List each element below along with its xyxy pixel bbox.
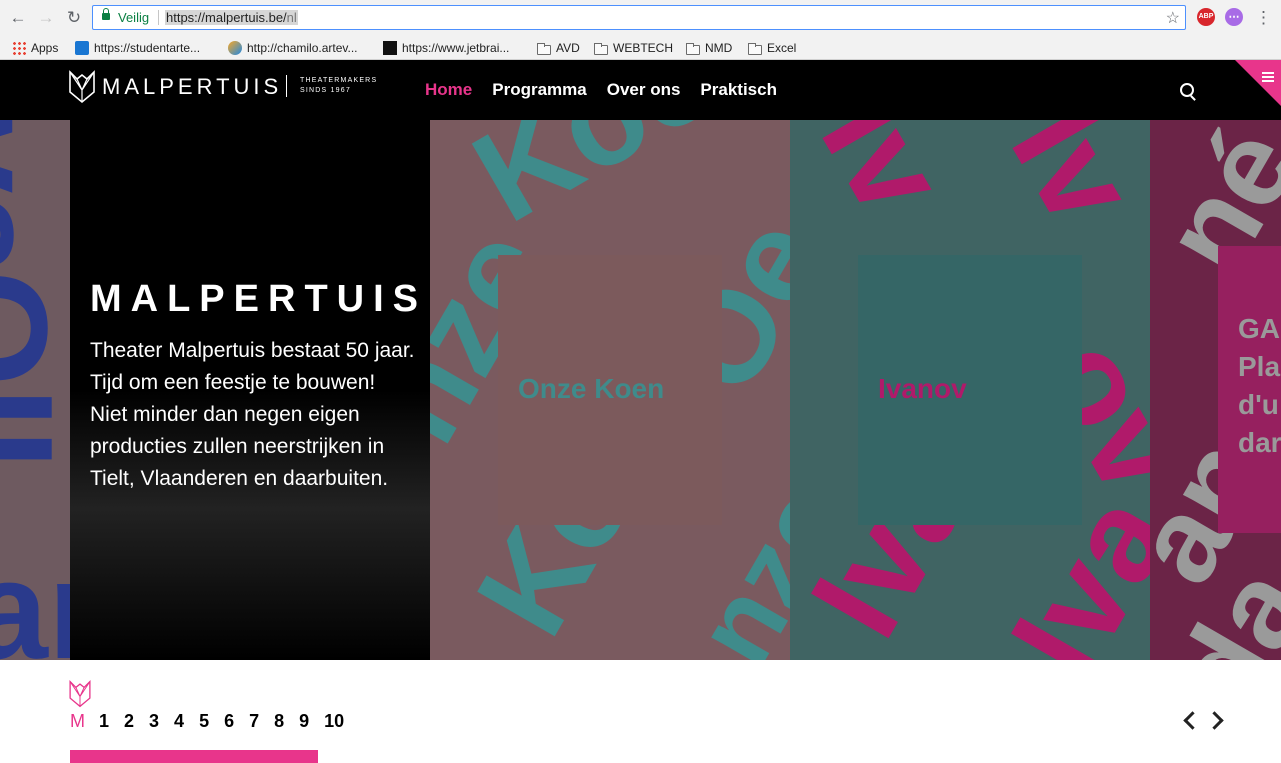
chamilo-icon: [228, 41, 242, 55]
browser-menu-icon[interactable]: ⋮: [1255, 8, 1272, 28]
lock-icon: [102, 8, 110, 20]
slide-pager: M 1 2 3 4 5 6 7 8 9 10: [70, 711, 359, 732]
slide-card[interactable]: Ivanov: [858, 255, 1082, 525]
decor-text: va: [0, 120, 69, 277]
fox-logo-icon[interactable]: [69, 70, 95, 104]
intro-text: Theater Malpertuis bestaat 50 jaar. Tijd…: [90, 339, 415, 490]
slide-title: Ivanov: [878, 373, 967, 404]
apps-grid-icon: [12, 41, 26, 55]
bookmark-folder-excel[interactable]: Excel: [748, 39, 796, 57]
bookmark-folder-nmd[interactable]: NMD: [686, 39, 732, 57]
nav-home[interactable]: Home: [425, 80, 472, 100]
slide-card[interactable]: GA Pla d'u dar: [1218, 246, 1281, 533]
forward-icon[interactable]: →: [36, 8, 56, 28]
brand-divider: [286, 75, 287, 97]
pager-item[interactable]: 2: [124, 711, 134, 732]
pager-item[interactable]: 4: [174, 711, 184, 732]
brand-name[interactable]: MALPERTUIS: [102, 74, 282, 100]
back-icon[interactable]: ←: [8, 8, 28, 28]
bookmark-apps[interactable]: Apps: [12, 39, 58, 57]
pager-item[interactable]: 1: [99, 711, 109, 732]
menu-toggle-button[interactable]: [1235, 60, 1281, 106]
reload-icon[interactable]: ↻: [64, 8, 84, 28]
site-header: MALPERTUIS THEATERMAKERS SINDS 1967 Home…: [0, 60, 1281, 120]
main-nav: Home Programma Over ons Praktisch: [425, 60, 797, 120]
chevron-left-icon[interactable]: [1183, 711, 1202, 730]
decor-text: Koe: [449, 120, 736, 250]
jetbrains-icon: [383, 41, 397, 55]
omnibox-divider: [158, 10, 159, 25]
hero-slider: va Oll an MALPERTUIS Theater Malpertuis …: [0, 120, 1281, 660]
slide-title: Onze Koen: [518, 373, 665, 404]
fox-small-icon: [69, 680, 91, 708]
hamburger-icon: [1262, 72, 1274, 74]
intro-panel: MALPERTUIS Theater Malpertuis bestaat 50…: [70, 120, 430, 660]
bookmark-chamilo[interactable]: http://chamilo.artev...: [228, 39, 358, 57]
pager-item[interactable]: 6: [224, 711, 234, 732]
bookmark-studentartevelde[interactable]: https://studentarte...: [75, 39, 200, 57]
chevron-right-icon[interactable]: [1205, 711, 1224, 730]
url-text[interactable]: https://malpertuis.be/nl: [165, 10, 298, 25]
pager-item[interactable]: 5: [199, 711, 209, 732]
bookmarks-bar: Apps https://studentarte... http://chami…: [0, 36, 1281, 60]
adblock-extension-icon[interactable]: ABP: [1197, 8, 1215, 26]
slide-sliver-left: va Oll an: [0, 120, 70, 660]
decor-text: Iv: [793, 120, 975, 239]
bookmark-folder-webtech[interactable]: WEBTECH: [594, 39, 673, 57]
search-icon[interactable]: [1180, 83, 1194, 97]
slide-onze-koen[interactable]: Koe nze Oe Koe nze Onze Koen: [430, 120, 790, 660]
slide-progress-bar: [70, 750, 318, 763]
folder-icon: [748, 43, 762, 55]
decor-text: an: [0, 531, 70, 661]
slide-partial[interactable]: né an da GA Pla d'u dar: [1150, 120, 1281, 660]
browser-toolbar: ← → ↻ Veilig https://malpertuis.be/nl ☆ …: [0, 0, 1281, 36]
bookmark-folder-avd[interactable]: AVD: [537, 39, 580, 57]
slide-title: GA Pla d'u dar: [1238, 313, 1281, 458]
slide-card[interactable]: Onze Koen: [498, 255, 722, 525]
nav-programma[interactable]: Programma: [492, 80, 586, 100]
pager-item-m[interactable]: M: [70, 711, 85, 732]
slide-ivanov[interactable]: Iv Iv ov Iva Iva Ivanov: [790, 120, 1150, 660]
brand-tagline: THEATERMAKERS SINDS 1967: [300, 77, 378, 94]
folder-icon: [594, 43, 608, 55]
nav-over-ons[interactable]: Over ons: [607, 80, 681, 100]
extension-icon[interactable]: ⋯: [1225, 8, 1243, 26]
sharepoint-icon: [75, 41, 89, 55]
decor-text: Iv: [983, 120, 1150, 249]
bookmark-jetbrains[interactable]: https://www.jetbrai...: [383, 39, 509, 57]
intro-title: MALPERTUIS: [90, 278, 427, 320]
pager-item[interactable]: 3: [149, 711, 159, 732]
secure-label: Veilig: [118, 10, 150, 25]
pager-item[interactable]: 7: [249, 711, 259, 732]
folder-icon: [686, 43, 700, 55]
pager-item[interactable]: 8: [274, 711, 284, 732]
pager-item[interactable]: 9: [299, 711, 309, 732]
address-bar[interactable]: Veilig https://malpertuis.be/nl ☆: [92, 5, 1186, 30]
menu-corner-shape: [1235, 60, 1281, 106]
decor-text: Oll: [0, 270, 70, 471]
pager-item[interactable]: 10: [324, 711, 344, 732]
bookmark-star-icon[interactable]: ☆: [1166, 8, 1180, 28]
folder-icon: [537, 43, 551, 55]
nav-praktisch[interactable]: Praktisch: [700, 80, 777, 100]
